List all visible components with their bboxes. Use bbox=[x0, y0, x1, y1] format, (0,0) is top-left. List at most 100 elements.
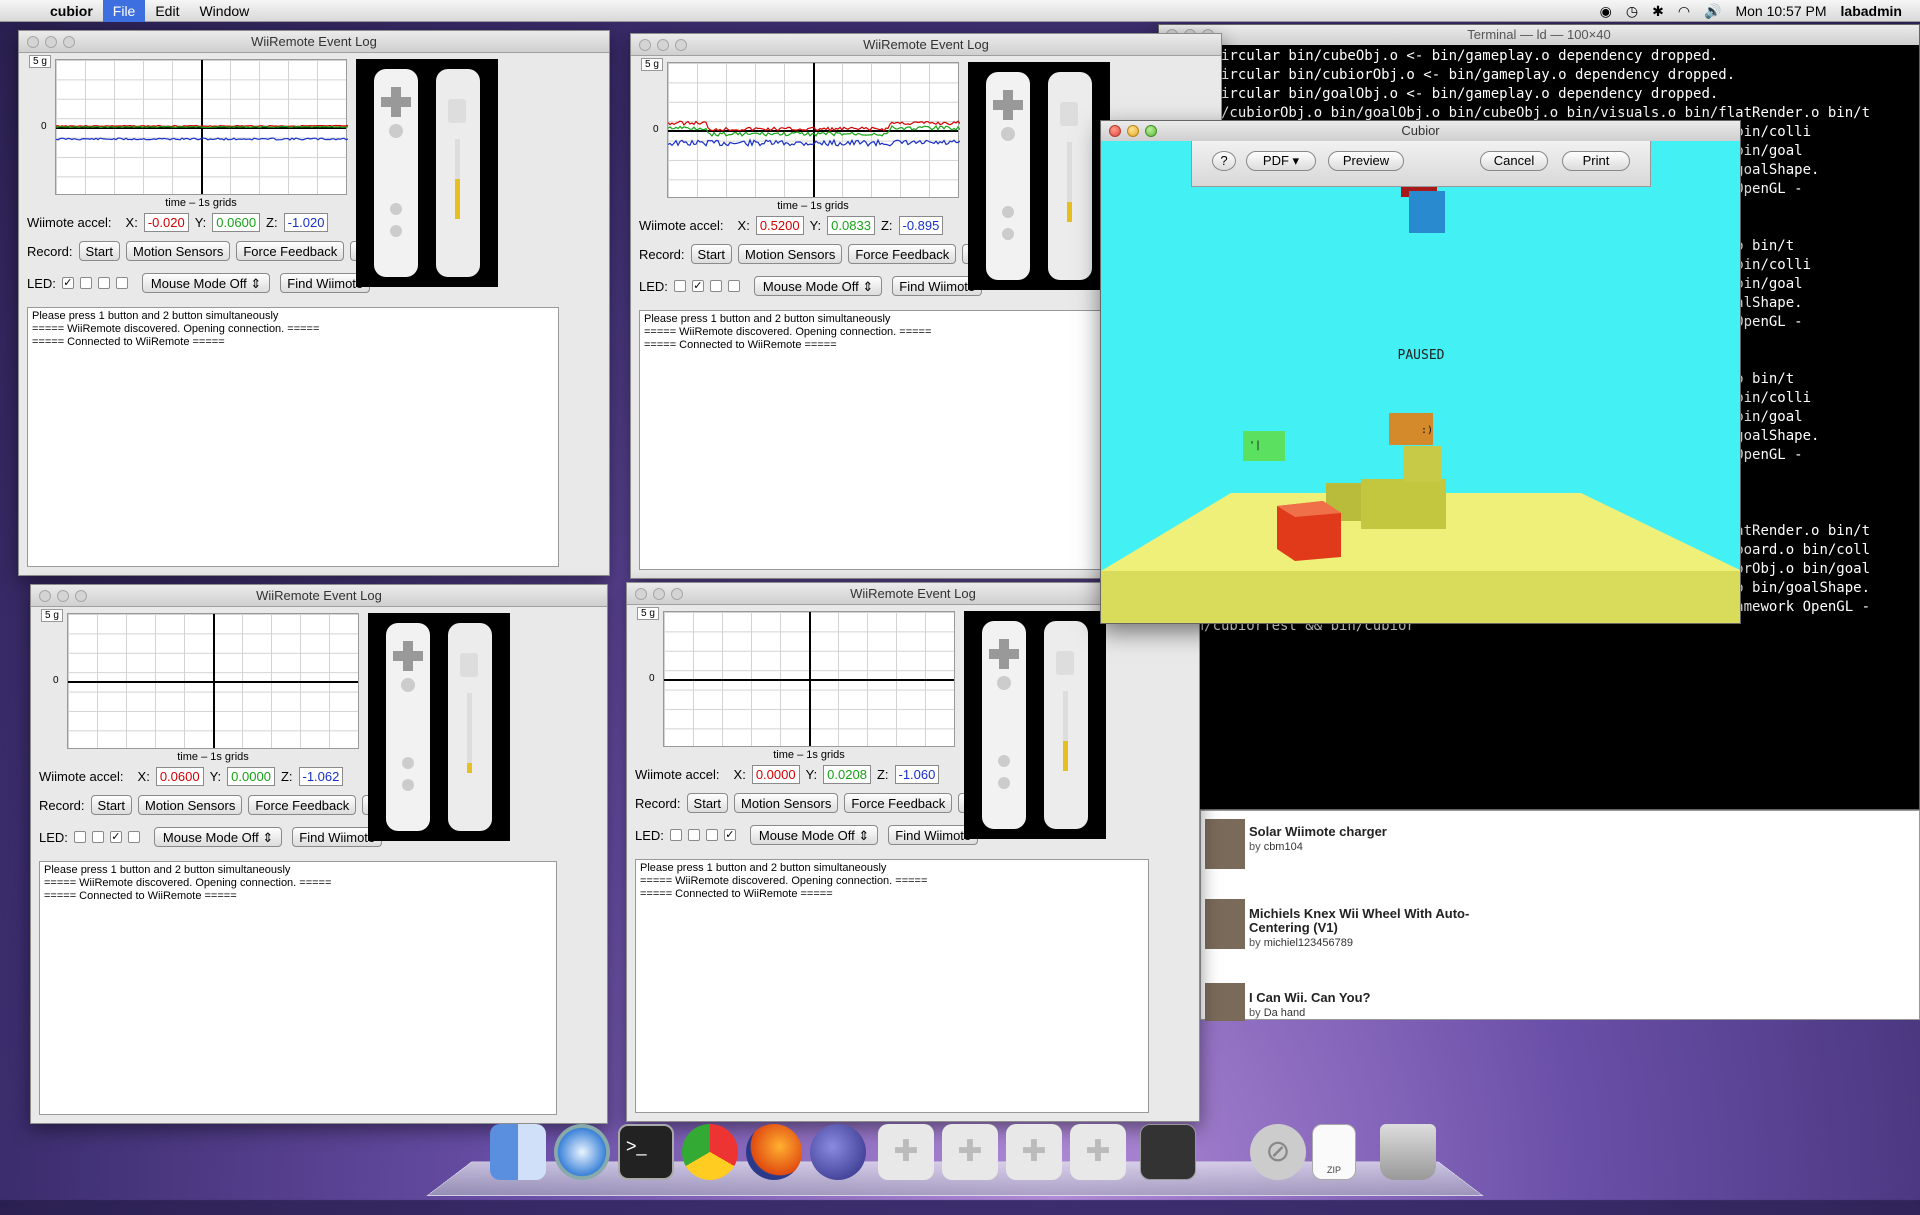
thumbnail[interactable] bbox=[1205, 819, 1245, 869]
led-checkbox[interactable] bbox=[115, 277, 128, 289]
menu-file[interactable]: File bbox=[102, 0, 146, 22]
zoom-button[interactable] bbox=[675, 39, 687, 51]
menu-app-name[interactable]: cubior bbox=[40, 0, 103, 22]
motion-sensors-button[interactable]: Motion Sensors bbox=[126, 241, 231, 261]
led-checkbox[interactable] bbox=[709, 280, 722, 292]
menu-window[interactable]: Window bbox=[189, 0, 259, 22]
event-log[interactable]: Please press 1 button and 2 button simul… bbox=[27, 307, 559, 567]
safari-icon[interactable] bbox=[554, 1124, 610, 1180]
force-feedback-button[interactable]: Force Feedback bbox=[248, 795, 357, 815]
minimize-button[interactable] bbox=[45, 36, 57, 48]
zoom-button[interactable] bbox=[75, 590, 87, 602]
item-author[interactable]: michiel123456789 bbox=[1264, 937, 1353, 949]
status-icon[interactable]: ◉ bbox=[1600, 3, 1612, 20]
force-feedback-button[interactable]: Force Feedback bbox=[236, 241, 345, 261]
start-button[interactable]: Start bbox=[78, 241, 120, 261]
force-feedback-button[interactable]: Force Feedback bbox=[848, 244, 957, 264]
chrome-icon[interactable] bbox=[682, 1124, 738, 1180]
user-name[interactable]: labadmin bbox=[1841, 3, 1902, 19]
wiiremote-window[interactable]: WiiRemote Event Log 5 g 0 time – 1s grid… bbox=[18, 30, 610, 576]
cancel-button[interactable]: Cancel bbox=[1480, 151, 1548, 171]
scale-select[interactable]: 5 g bbox=[641, 58, 663, 71]
led-checkbox[interactable]: ✓ bbox=[723, 829, 736, 841]
led-checkbox[interactable]: ✓ bbox=[691, 280, 704, 292]
led-checkbox[interactable] bbox=[127, 831, 140, 843]
start-button[interactable]: Start bbox=[90, 795, 132, 815]
volume-icon[interactable]: 🔊 bbox=[1704, 3, 1721, 20]
bluetooth-icon[interactable]: ✱ bbox=[1652, 3, 1664, 20]
led-checkbox[interactable] bbox=[687, 829, 700, 841]
game-canvas[interactable]: '| :) PAUSED bbox=[1101, 141, 1741, 624]
led-checkbox[interactable] bbox=[673, 280, 686, 292]
start-button[interactable]: Start bbox=[690, 244, 732, 264]
list-item[interactable]: Solar Wiimote charger by cbm104 bbox=[1201, 817, 1481, 887]
start-button[interactable]: Start bbox=[686, 793, 728, 813]
led-checkbox[interactable] bbox=[97, 277, 110, 289]
wiiremote-window[interactable]: WiiRemote Event Log 5 g 0 time – 1s grid… bbox=[30, 584, 608, 1124]
motion-sensors-button[interactable]: Motion Sensors bbox=[734, 793, 839, 813]
minimize-button[interactable] bbox=[653, 588, 665, 600]
window-titlebar[interactable]: WiiRemote Event Log bbox=[31, 585, 607, 607]
item-title[interactable]: Solar Wiimote charger bbox=[1249, 825, 1479, 839]
app-icon[interactable]: ✚ bbox=[1070, 1124, 1126, 1180]
terminal-icon[interactable] bbox=[1140, 1124, 1196, 1180]
preview-button[interactable]: Preview bbox=[1328, 151, 1404, 171]
led-checkbox[interactable] bbox=[727, 280, 740, 292]
minimize-button[interactable] bbox=[657, 39, 669, 51]
time-machine-icon[interactable]: ◷ bbox=[1626, 3, 1638, 20]
mouse-mode-select[interactable]: Mouse Mode Off ⇕ bbox=[153, 827, 283, 847]
scale-select[interactable]: 5 g bbox=[637, 607, 659, 620]
item-title[interactable]: I Can Wii. Can You? bbox=[1249, 991, 1479, 1005]
scale-select[interactable]: 5 g bbox=[41, 609, 63, 622]
event-log[interactable]: Please press 1 button and 2 button simul… bbox=[39, 861, 557, 1115]
led-checkbox[interactable] bbox=[79, 277, 92, 289]
trash-icon[interactable] bbox=[1380, 1124, 1436, 1180]
list-item[interactable]: Michiels Knex Wii Wheel With Auto-Center… bbox=[1201, 899, 1481, 979]
led-checkbox[interactable] bbox=[669, 829, 682, 841]
close-button[interactable] bbox=[639, 39, 651, 51]
list-item[interactable]: I Can Wii. Can You? by Da hand bbox=[1201, 983, 1481, 1021]
zoom-button[interactable] bbox=[671, 588, 683, 600]
print-button[interactable]: Print bbox=[1562, 151, 1630, 171]
minimize-button[interactable] bbox=[57, 590, 69, 602]
mouse-mode-select[interactable]: Mouse Mode Off ⇕ bbox=[753, 276, 883, 296]
app-icon[interactable]: ✚ bbox=[878, 1124, 934, 1180]
firefox-icon[interactable] bbox=[746, 1124, 802, 1180]
led-checkbox[interactable] bbox=[705, 829, 718, 841]
cubior-window[interactable]: Cubior '| :) PAUSED ? PDF ▾ Preview Canc… bbox=[1100, 120, 1741, 624]
item-author[interactable]: cbm104 bbox=[1264, 841, 1303, 853]
menu-edit[interactable]: Edit bbox=[145, 0, 189, 22]
eclipse-icon[interactable] bbox=[810, 1124, 866, 1180]
motion-sensors-button[interactable]: Motion Sensors bbox=[138, 795, 243, 815]
app-icon[interactable]: ✚ bbox=[942, 1124, 998, 1180]
zip-icon[interactable]: ZIP bbox=[1312, 1124, 1356, 1180]
terminal-icon[interactable]: >_ bbox=[618, 1124, 674, 1180]
mouse-mode-select[interactable]: Mouse Mode Off ⇕ bbox=[749, 825, 879, 845]
clock[interactable]: Mon 10:57 PM bbox=[1735, 3, 1826, 19]
item-author[interactable]: Da hand bbox=[1264, 1007, 1306, 1019]
scale-select[interactable]: 5 g bbox=[29, 55, 51, 68]
minimize-button[interactable] bbox=[1127, 125, 1139, 137]
app-icon[interactable]: ✚ bbox=[1006, 1124, 1062, 1180]
cubior-titlebar[interactable]: Cubior bbox=[1101, 121, 1740, 141]
event-log[interactable]: Please press 1 button and 2 button simul… bbox=[639, 310, 1171, 570]
motion-sensors-button[interactable]: Motion Sensors bbox=[738, 244, 843, 264]
item-title[interactable]: Michiels Knex Wii Wheel With Auto-Center… bbox=[1249, 907, 1479, 935]
zoom-button[interactable] bbox=[63, 36, 75, 48]
close-button[interactable] bbox=[39, 590, 51, 602]
finder-icon[interactable] bbox=[490, 1124, 546, 1180]
zoom-button[interactable] bbox=[1145, 125, 1157, 137]
help-button[interactable]: ? bbox=[1212, 151, 1236, 171]
wifi-icon[interactable]: ◠ bbox=[1678, 3, 1690, 20]
pdf-button[interactable]: PDF ▾ bbox=[1246, 151, 1316, 171]
close-button[interactable] bbox=[635, 588, 647, 600]
led-checkbox[interactable] bbox=[91, 831, 104, 843]
close-button[interactable] bbox=[27, 36, 39, 48]
window-titlebar[interactable]: WiiRemote Event Log bbox=[631, 34, 1221, 56]
event-log[interactable]: Please press 1 button and 2 button simul… bbox=[635, 859, 1149, 1113]
wiiremote-window[interactable]: WiiRemote Event Log 5 g 0 time – 1s grid… bbox=[626, 582, 1200, 1122]
led-checkbox[interactable] bbox=[73, 831, 86, 843]
force-feedback-button[interactable]: Force Feedback bbox=[844, 793, 953, 813]
preview-icon[interactable]: ⊘ bbox=[1250, 1124, 1306, 1180]
led-checkbox[interactable]: ✓ bbox=[109, 831, 122, 843]
